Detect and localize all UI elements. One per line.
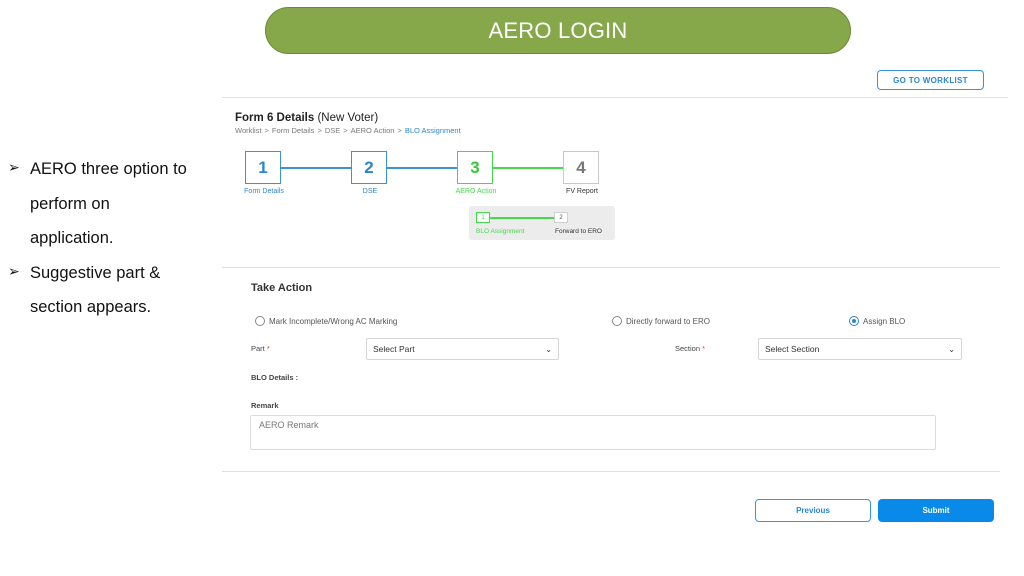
chevron-down-icon: ⌄: [948, 344, 955, 354]
radio-assign-blo[interactable]: Assign BLO: [849, 316, 905, 326]
radio-label: Assign BLO: [863, 316, 906, 326]
part-select-value: Select Part: [373, 344, 415, 354]
chevron-down-icon: ⌄: [545, 344, 552, 354]
part-label-text: Part: [251, 344, 265, 353]
arrow-bullet-icon: ➢: [8, 262, 20, 279]
radio-label: Mark Incomplete/Wrong AC Marking: [269, 316, 398, 326]
section-select-value: Select Section: [765, 344, 820, 354]
breadcrumb-separator: >: [397, 126, 402, 135]
substep-panel: 1 2 BLO Assignment Forward to ERO: [469, 206, 615, 240]
footer-divider: [222, 471, 1000, 472]
banner-title: AERO LOGIN: [488, 17, 628, 43]
substep-1-label: BLO Assignment: [476, 228, 525, 235]
breadcrumb-worklist[interactable]: Worklist: [235, 126, 262, 135]
breadcrumb-aero-action[interactable]: AERO Action: [351, 126, 395, 135]
step-1-box[interactable]: 1: [245, 151, 281, 184]
breadcrumb-blo-assignment: BLO Assignment: [404, 126, 461, 135]
page-title-subtitle: (New Voter): [314, 112, 379, 124]
radio-unchecked-icon[interactable]: [612, 316, 622, 326]
remark-label: Remark: [251, 401, 279, 410]
take-action-title: Take Action: [251, 282, 313, 294]
required-marker: *: [266, 344, 270, 353]
blo-details-label: BLO Details :: [251, 373, 299, 382]
note-line: section appears.: [30, 298, 152, 316]
radio-unchecked-icon[interactable]: [255, 316, 265, 326]
section-divider: [222, 267, 1000, 268]
step-connector: [387, 167, 457, 169]
breadcrumb-separator: >: [317, 126, 322, 135]
step-2-label: DSE: [362, 188, 378, 195]
step-3-label: AERO Action: [455, 188, 497, 195]
required-marker: *: [702, 344, 706, 353]
step-4-box[interactable]: 4: [563, 151, 599, 184]
aero-login-banner: AERO LOGIN: [265, 7, 851, 54]
submit-button[interactable]: Submit: [878, 499, 994, 522]
section-label-text: Section: [675, 344, 701, 353]
radio-forward-to-ero[interactable]: Directly forward to ERO: [612, 316, 710, 326]
remark-input[interactable]: [250, 415, 936, 450]
step-1-label: Form Details: [244, 188, 284, 195]
substep-2-box[interactable]: 2: [554, 212, 568, 223]
breadcrumb-separator: >: [264, 126, 269, 135]
part-label: Part *: [251, 344, 270, 353]
radio-label: Directly forward to ERO: [626, 316, 711, 326]
breadcrumb-dse[interactable]: DSE: [325, 126, 340, 135]
note-line: AERO three option to: [30, 160, 187, 178]
notes-list: ➢ AERO three option to perform on applic…: [8, 152, 218, 325]
part-select[interactable]: Select Part ⌄: [366, 338, 559, 360]
step-connector: [493, 167, 563, 169]
previous-button[interactable]: Previous: [755, 499, 871, 522]
radio-checked-icon[interactable]: [849, 316, 859, 326]
note-line: perform on: [30, 194, 110, 213]
radio-mark-incomplete[interactable]: Mark Incomplete/Wrong AC Marking: [255, 316, 397, 326]
note-item: ➢ Suggestive part & section appears.: [8, 256, 218, 325]
note-line: Suggestive part &: [30, 263, 161, 282]
substep-1-box[interactable]: 1: [476, 212, 490, 223]
step-connector: [281, 167, 351, 169]
substep-2-label: Forward to ERO: [555, 228, 602, 235]
arrow-bullet-icon: ➢: [8, 159, 20, 175]
step-2-box[interactable]: 2: [351, 151, 387, 184]
breadcrumb-separator: >: [343, 126, 348, 135]
page-title-bold: Form 6 Details: [235, 112, 315, 124]
go-to-worklist-button[interactable]: GO TO WORKLIST: [877, 70, 984, 90]
substep-connector: [490, 217, 554, 219]
header-divider: [222, 97, 1008, 98]
note-line: application.: [30, 229, 114, 247]
step-4-label: FV Report: [566, 188, 598, 195]
breadcrumb-form-details[interactable]: Form Details: [272, 126, 315, 135]
page-title: Form 6 Details (New Voter): [235, 112, 378, 124]
note-item: ➢ AERO three option to perform on applic…: [8, 152, 218, 256]
section-label: Section *: [675, 344, 705, 353]
section-select[interactable]: Select Section ⌄: [758, 338, 962, 360]
breadcrumb: Worklist > Form Details > DSE > AERO Act…: [235, 126, 461, 135]
step-3-box[interactable]: 3: [457, 151, 493, 184]
